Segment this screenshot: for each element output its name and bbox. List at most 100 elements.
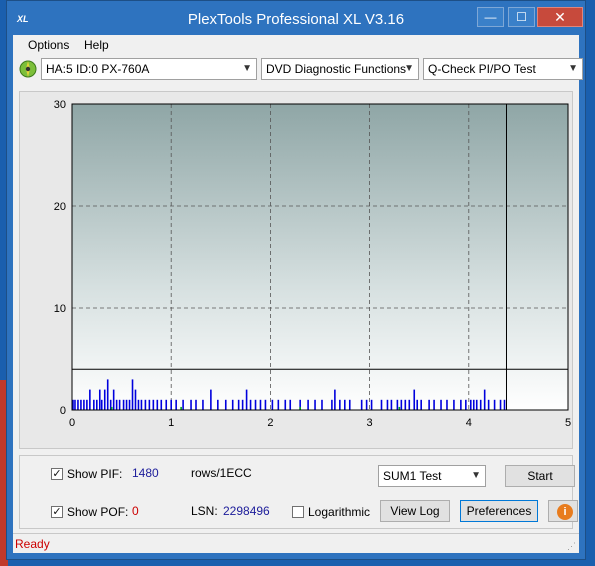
series-0-bar — [339, 399, 341, 410]
function-select[interactable]: DVD Diagnostic Functions ▼ — [261, 58, 419, 80]
status-bar: Ready ⋰ — [13, 533, 579, 553]
series-0-bar — [408, 399, 411, 410]
x-tick-label: 0 — [69, 417, 75, 429]
test-mode-select[interactable]: SUM1 Test ▼ — [378, 465, 486, 487]
menu-options[interactable]: Options — [28, 38, 69, 52]
series-0-bar — [307, 399, 309, 410]
series-0-bar — [118, 399, 121, 410]
series-0-bar — [440, 399, 442, 410]
series-0-bar — [224, 399, 227, 410]
chevron-down-icon: ▼ — [568, 63, 578, 74]
view-log-button[interactable]: View Log — [380, 500, 450, 522]
show-pif-label: Show PIF: — [67, 467, 123, 481]
x-tick-label: 3 — [367, 417, 373, 429]
series-0-bar — [314, 399, 316, 410]
x-tick-label: 1 — [168, 417, 174, 429]
series-0-bar — [487, 399, 490, 410]
series-0-bar — [83, 399, 85, 410]
series-0-bar — [416, 399, 419, 410]
series-0-bar — [386, 399, 389, 410]
series-0-bar — [428, 399, 430, 410]
series-0-bar — [231, 399, 234, 410]
series-0-bar — [217, 399, 219, 410]
info-button[interactable]: i — [548, 500, 578, 522]
series-0-bar — [453, 399, 455, 410]
series-0-bar — [160, 399, 163, 410]
series-0-bar — [465, 399, 467, 410]
start-button[interactable]: Start — [505, 465, 575, 487]
series-0-bar — [469, 399, 472, 410]
x-tick-label: 2 — [267, 417, 273, 429]
menu-help[interactable]: Help — [84, 38, 109, 52]
series-0-bar — [446, 399, 448, 410]
series-0-bar — [249, 399, 252, 410]
series-0-bar — [259, 399, 262, 410]
series-0-bar — [77, 399, 79, 410]
resize-grip-icon[interactable]: ⋰ — [567, 541, 577, 551]
units-label: rows/1ECC — [191, 466, 252, 480]
logarithmic-label: Logarithmic — [308, 505, 371, 519]
series-0-bar — [86, 399, 88, 410]
series-0-bar — [106, 379, 109, 410]
series-0-bar — [125, 399, 128, 410]
close-button[interactable]: ✕ — [537, 7, 583, 27]
chevron-down-icon: ▼ — [471, 470, 481, 481]
pof-value: 0 — [132, 504, 139, 518]
series-0-bar — [122, 399, 125, 410]
series-0-bar — [80, 399, 82, 410]
series-0-bar — [390, 399, 393, 410]
show-pif-checkbox[interactable]: ✓ — [51, 468, 63, 480]
series-0-bar — [433, 399, 435, 410]
series-0-bar — [245, 389, 248, 410]
preferences-button[interactable]: Preferences — [460, 500, 538, 522]
logarithmic-checkbox[interactable] — [292, 506, 304, 518]
series-0-bar — [370, 399, 373, 410]
series-0-bar — [152, 399, 155, 410]
y-tick-label: 20 — [54, 201, 66, 213]
function-select-value: DVD Diagnostic Functions — [266, 62, 407, 76]
lsn-label: LSN: — [191, 504, 218, 518]
series-0-bar — [170, 399, 172, 410]
series-0-bar — [254, 399, 257, 410]
client-area: Options Help HA:5 ID:0 PX-760A ▼ DVD Dia… — [13, 35, 583, 553]
series-0-bar — [98, 389, 101, 410]
series-0-bar — [413, 389, 416, 410]
series-0-bar — [380, 399, 383, 410]
test-select[interactable]: Q-Check PI/PO Test ▼ — [423, 58, 583, 80]
series-0-bar — [284, 399, 287, 410]
series-0-bar — [483, 389, 486, 410]
drive-select[interactable]: HA:5 ID:0 PX-760A ▼ — [41, 58, 257, 80]
series-0-bar — [472, 399, 475, 410]
menu-bar: Options Help — [13, 35, 579, 55]
series-0-bar — [74, 399, 76, 410]
series-0-bar — [475, 399, 478, 410]
title-bar[interactable]: XL PlexTools Professional XL V3.16 — ☐ ✕ — [7, 1, 585, 35]
series-0-bar — [202, 399, 204, 410]
minimize-button[interactable]: — — [477, 7, 504, 27]
maximize-button[interactable]: ☐ — [508, 7, 535, 27]
series-0-bar — [499, 399, 502, 410]
series-0-bar — [103, 389, 106, 410]
series-0-bar — [360, 399, 363, 410]
series-0-bar — [460, 399, 462, 410]
series-0-bar — [493, 399, 496, 410]
series-0-bar — [89, 389, 91, 410]
series-0-bar — [348, 399, 351, 410]
series-0-bar — [140, 399, 143, 410]
plot-area — [72, 104, 568, 410]
series-0-bar — [112, 389, 115, 410]
series-0-bar — [321, 399, 323, 410]
drive-select-value: HA:5 ID:0 PX-760A — [46, 62, 150, 76]
series-0-bar — [100, 399, 103, 410]
show-pof-label: Show POF: — [67, 505, 129, 519]
series-0-bar — [503, 399, 506, 410]
status-text: Ready — [15, 537, 50, 551]
show-pof-checkbox[interactable]: ✓ — [51, 506, 63, 518]
series-0-bar — [400, 399, 403, 410]
info-icon: i — [557, 504, 573, 520]
series-0-bar — [195, 399, 197, 410]
series-0-bar — [237, 399, 240, 410]
y-tick-label: 10 — [54, 303, 66, 315]
lsn-value: 2298496 — [223, 504, 270, 518]
series-0-bar — [396, 399, 399, 410]
